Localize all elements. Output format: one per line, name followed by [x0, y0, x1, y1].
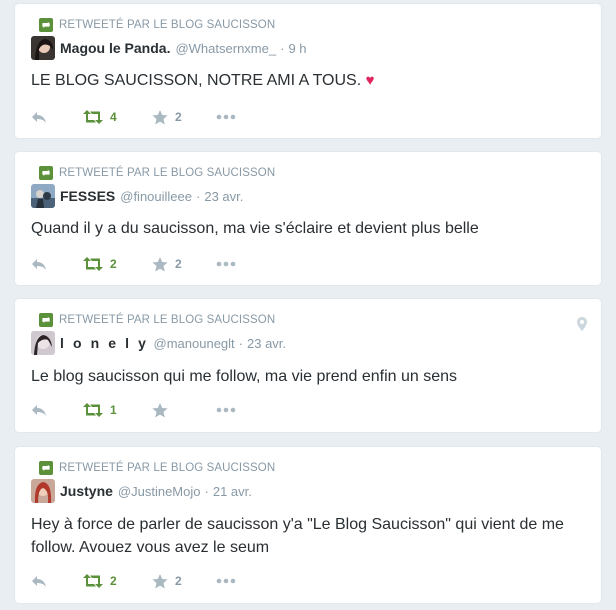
- reply-button[interactable]: [31, 258, 83, 271]
- more-button[interactable]: [216, 261, 236, 267]
- heart-emoji: ♥: [365, 72, 375, 89]
- reply-icon: [32, 111, 46, 123]
- favorite-count: 2: [175, 574, 182, 588]
- separator: ·: [238, 335, 243, 351]
- retweet-count: 4: [110, 110, 117, 124]
- reply-icon: [32, 404, 46, 416]
- author-fullname[interactable]: Magou le Panda.: [60, 40, 170, 56]
- retweet-button[interactable]: 4: [83, 110, 152, 124]
- star-icon: [152, 573, 168, 588]
- retweet-icon: [83, 403, 103, 417]
- tweet-timestamp[interactable]: 9 h: [288, 41, 306, 56]
- author-fullname[interactable]: Justyne: [60, 483, 113, 499]
- retweet-context-icon: [39, 18, 53, 32]
- tweet-header: Justyne @JustineMojo · 21 avr.: [31, 478, 252, 504]
- more-icon: [216, 407, 236, 413]
- author-fullname[interactable]: l o n e l y: [60, 335, 149, 351]
- more-button[interactable]: [216, 407, 236, 413]
- retweet-context-icon: [39, 461, 53, 475]
- favorite-button[interactable]: [152, 402, 216, 418]
- retweet-context: RETWEETÉ PAR LE BLOG SAUCISSON: [39, 18, 275, 32]
- reply-icon: [32, 258, 46, 270]
- retweet-button[interactable]: 2: [83, 257, 152, 271]
- favorite-count: 2: [175, 257, 182, 271]
- tweet-actions: 1: [31, 401, 236, 419]
- tweet-text: LE BLOG SAUCISSON, NOTRE AMI A TOUS. ♥: [31, 72, 375, 89]
- retweet-count: 2: [110, 257, 117, 271]
- tweet-timestamp[interactable]: 23 avr.: [204, 189, 243, 204]
- tweet-card[interactable]: RETWEETÉ PAR LE BLOG SAUCISSON Justyne @…: [14, 446, 602, 604]
- reply-icon: [32, 575, 46, 587]
- star-icon: [152, 256, 168, 271]
- tweet-timestamp[interactable]: 21 avr.: [213, 484, 252, 499]
- tweet-text: Le blog saucisson qui me follow, ma vie …: [31, 368, 458, 385]
- avatar[interactable]: [31, 331, 55, 355]
- tweet-header: FESSES @finouilleee · 23 avr.: [31, 183, 243, 209]
- retweet-context-icon: [39, 313, 53, 327]
- reply-button[interactable]: [31, 404, 83, 417]
- separator: ·: [204, 483, 209, 499]
- author-handle[interactable]: @JustineMojo: [118, 484, 201, 499]
- tweet-text: Hey à force de parler de saucisson y'a "…: [31, 516, 564, 556]
- author-handle[interactable]: @finouilleee: [120, 189, 192, 204]
- retweet-button[interactable]: 1: [83, 403, 152, 417]
- tweet-text: Quand il y a du saucisson, ma vie s'écla…: [31, 220, 479, 237]
- retweet-icon: [83, 574, 103, 588]
- favorite-count: 2: [175, 110, 182, 124]
- more-icon: [216, 114, 236, 120]
- retweet-context-icon: [39, 166, 53, 180]
- star-icon: [152, 109, 168, 124]
- tweet-actions: 2 2: [31, 572, 236, 590]
- avatar[interactable]: [31, 184, 55, 208]
- retweet-context: RETWEETÉ PAR LE BLOG SAUCISSON: [39, 313, 275, 327]
- tweet-actions: 4 2: [31, 108, 236, 126]
- retweet-icon: [83, 110, 103, 124]
- favorite-button[interactable]: 2: [152, 573, 216, 589]
- star-icon: [152, 402, 168, 417]
- tweet-card[interactable]: RETWEETÉ PAR LE BLOG SAUCISSON l o n e l…: [14, 298, 602, 433]
- avatar[interactable]: [31, 36, 55, 60]
- reply-button[interactable]: [31, 111, 83, 124]
- retweet-icon: [83, 257, 103, 271]
- retweet-button[interactable]: 2: [83, 574, 152, 588]
- retweet-context: RETWEETÉ PAR LE BLOG SAUCISSON: [39, 461, 275, 475]
- more-icon: [216, 578, 236, 584]
- tweet-card[interactable]: RETWEETÉ PAR LE BLOG SAUCISSON Magou le …: [14, 3, 602, 139]
- tweet-timestamp[interactable]: 23 avr.: [247, 336, 286, 351]
- retweet-count: 1: [110, 403, 117, 417]
- separator: ·: [196, 188, 201, 204]
- favorite-button[interactable]: 2: [152, 256, 216, 272]
- separator: ·: [280, 40, 285, 56]
- author-fullname[interactable]: FESSES: [60, 188, 115, 204]
- retweet-count: 2: [110, 574, 117, 588]
- more-button[interactable]: [216, 114, 236, 120]
- tweet-header: Magou le Panda. @Whatsernxme_ · 9 h: [31, 35, 307, 61]
- author-handle[interactable]: @Whatsernxme_: [175, 41, 276, 56]
- more-button[interactable]: [216, 578, 236, 584]
- location-pin-icon[interactable]: [577, 317, 587, 336]
- retweet-context: RETWEETÉ PAR LE BLOG SAUCISSON: [39, 166, 275, 180]
- more-icon: [216, 261, 236, 267]
- author-handle[interactable]: @manouneglt: [154, 336, 235, 351]
- avatar[interactable]: [31, 479, 55, 503]
- tweet-actions: 2 2: [31, 255, 236, 273]
- tweet-header: l o n e l y @manouneglt · 23 avr.: [31, 330, 286, 356]
- reply-button[interactable]: [31, 575, 83, 588]
- tweet-feed: RETWEETÉ PAR LE BLOG SAUCISSON Magou le …: [0, 0, 616, 610]
- favorite-button[interactable]: 2: [152, 109, 216, 125]
- tweet-card[interactable]: RETWEETÉ PAR LE BLOG SAUCISSON FESSES @f…: [14, 151, 602, 286]
